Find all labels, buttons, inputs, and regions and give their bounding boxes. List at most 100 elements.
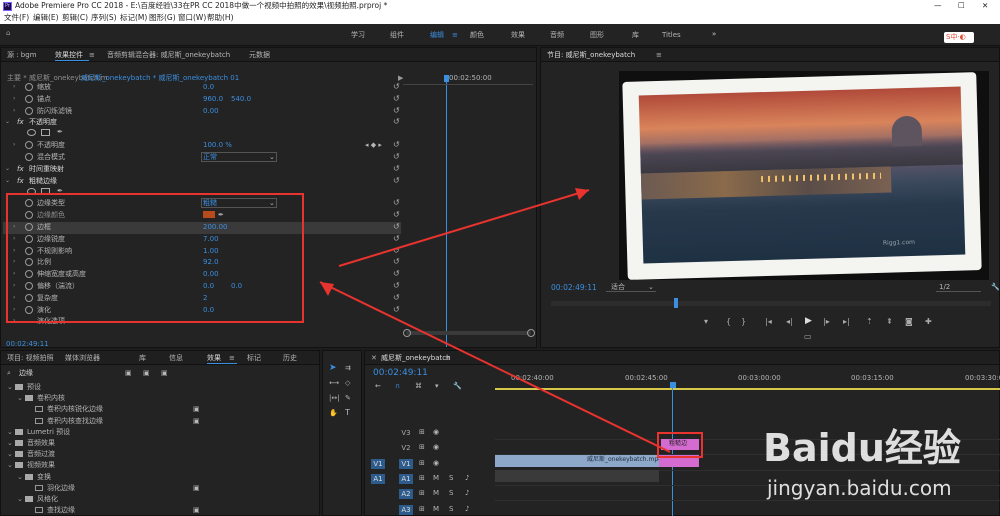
project-tab-6[interactable]: 历史 (283, 353, 297, 363)
property-value[interactable]: 0.00 (203, 106, 219, 116)
mute-button[interactable]: M (433, 473, 439, 483)
property-value[interactable]: 960.0 (203, 94, 223, 104)
menu-item-7[interactable]: 帮助(H) (207, 13, 234, 23)
effects-menu-icon[interactable]: ≡ (229, 353, 235, 363)
tree-label[interactable]: 预设 (27, 382, 41, 392)
expand-toggle-icon[interactable]: ⌄ (5, 177, 10, 184)
reset-icon[interactable]: ↺ (393, 118, 401, 126)
mark-out-icon[interactable]: } (741, 317, 746, 326)
pen-mask-icon[interactable]: ✒ (57, 127, 63, 137)
maximize-button[interactable]: ☐ (958, 1, 965, 11)
tab-audio-mixer[interactable]: 音频剪辑混合器: 威尼斯_onekeybatch (107, 50, 230, 60)
step-back-icon[interactable]: ◂| (786, 317, 793, 326)
expand-toggle-icon[interactable]: › (13, 107, 15, 114)
menu-item-1[interactable]: 编辑(E) (33, 13, 59, 23)
fx-badge-icon[interactable]: fx (17, 164, 24, 174)
tree-label[interactable]: 卷积内核查找边缘 (47, 416, 103, 426)
home-icon[interactable]: ⌂ (6, 28, 10, 38)
source-patch[interactable]: A1 (371, 473, 385, 484)
a1-clip[interactable] (495, 470, 659, 482)
workspace-tab-4[interactable]: 效果 (511, 30, 525, 40)
program-menu-icon[interactable]: ≡ (656, 50, 662, 60)
tree-chevron-icon[interactable]: ⌄ (7, 460, 13, 470)
source-patch[interactable]: V1 (371, 458, 385, 469)
tree-label[interactable]: 风格化 (37, 494, 58, 504)
workspace-tab-2[interactable]: 编辑 (430, 30, 444, 40)
tree-chevron-icon[interactable]: ⌄ (17, 494, 23, 504)
extract-icon[interactable]: ⇞ (886, 317, 893, 326)
lift-icon[interactable]: ⇡ (866, 317, 873, 326)
reset-icon[interactable]: ↺ (393, 94, 401, 103)
workspace-tab-3[interactable]: 颜色 (470, 30, 484, 40)
stopwatch-icon[interactable] (25, 83, 33, 91)
comparison-view-icon[interactable]: ▭ (804, 332, 812, 341)
menu-item-0[interactable]: 文件(F) (4, 13, 29, 23)
track-target[interactable]: A2 (399, 489, 413, 500)
menu-item-4[interactable]: 标记(M) (120, 13, 147, 23)
reset-icon[interactable]: ↺ (393, 83, 401, 91)
tree-chevron-icon[interactable]: ⌄ (7, 449, 13, 459)
menu-item-6[interactable]: 窗口(W) (178, 13, 206, 23)
stopwatch-icon[interactable] (25, 106, 33, 115)
tree-label[interactable]: 卷积内核锐化边缘 (47, 404, 103, 414)
tree-label[interactable]: Lumetri 预设 (27, 427, 70, 437)
fx-badge-icon[interactable]: fx (17, 117, 24, 127)
step-forward-icon[interactable]: |▸ (823, 317, 830, 326)
menu-item-5[interactable]: 图形(G) (149, 13, 176, 23)
mic-icon[interactable]: ♪ (465, 473, 469, 483)
more-workspaces-icon[interactable]: » (712, 29, 716, 39)
go-to-in-icon[interactable]: |◂ (765, 317, 772, 326)
sync-lock-icon[interactable]: ⊞ (419, 504, 425, 514)
track-target[interactable]: A1 (399, 473, 413, 484)
expand-toggle-icon[interactable]: ⌄ (5, 165, 10, 172)
project-tab-5[interactable]: 标记 (247, 353, 261, 363)
tree-chevron-icon[interactable]: ⌄ (7, 438, 13, 448)
property-value[interactable]: 0.0 (203, 82, 214, 92)
tree-label[interactable]: 查找边缘 (47, 505, 75, 515)
expand-toggle-icon[interactable]: › (13, 95, 15, 102)
tree-chevron-icon[interactable]: ⌄ (7, 427, 13, 437)
dropdown-box[interactable] (201, 152, 277, 162)
tree-label[interactable]: 音频过渡 (27, 449, 55, 459)
workspace-tab-8[interactable]: Titles (662, 30, 681, 40)
reset-icon[interactable]: ↺ (393, 106, 401, 115)
mic-icon[interactable]: ♪ (465, 488, 469, 498)
tab-effect-controls[interactable]: 效果控件 (55, 50, 83, 60)
effect-controls-timecode[interactable]: 00:02:49:11 (6, 339, 49, 349)
tree-label[interactable]: 视频效果 (27, 460, 55, 470)
fx-badge-icon[interactable]: fx (17, 176, 24, 186)
mic-icon[interactable]: ♪ (465, 504, 469, 514)
tree-label[interactable]: 变换 (37, 472, 51, 482)
accelerated-effects-icon[interactable]: ▣ (125, 368, 132, 378)
property-value-2[interactable]: 540.0 (231, 94, 251, 104)
solo-button[interactable]: S (449, 504, 453, 514)
menu-item-2[interactable]: 剪辑(C) (62, 13, 88, 23)
track-target[interactable]: V1 (399, 458, 413, 469)
panel-menu-icon[interactable]: ≡ (89, 50, 95, 60)
tree-label[interactable]: 卷积内核 (37, 393, 65, 403)
property-value[interactable]: 100.0 % (203, 140, 232, 150)
play-icon[interactable]: ▶ (805, 316, 812, 326)
workspace-tab-6[interactable]: 图形 (590, 30, 604, 40)
sync-lock-icon[interactable]: ⊞ (419, 473, 425, 483)
workspace-tab-1[interactable]: 组件 (390, 30, 404, 40)
mute-button[interactable]: M (433, 504, 439, 514)
project-tab-1[interactable]: 媒体浏览器 (65, 353, 100, 363)
add-marker-icon[interactable]: ▾ (704, 317, 708, 326)
workspace-tab-7[interactable]: 库 (632, 30, 639, 40)
settings-icon[interactable]: 🔧 (991, 282, 1000, 292)
sync-lock-icon[interactable]: ⊞ (419, 488, 425, 498)
tree-chevron-icon[interactable]: ⌄ (7, 382, 13, 392)
button-editor-icon[interactable]: ✚ (925, 317, 932, 326)
stopwatch-icon[interactable] (25, 141, 33, 150)
export-frame-icon[interactable]: ◙ (905, 317, 913, 326)
project-tab-2[interactable]: 库 (139, 353, 146, 363)
yuv-effects-icon[interactable]: ▣ (161, 368, 168, 378)
32bit-effects-icon[interactable]: ▣ (143, 368, 150, 378)
expand-toggle-icon[interactable]: ⌄ (5, 118, 10, 125)
go-to-out-icon[interactable]: ▸| (843, 317, 850, 326)
solo-button[interactable]: S (449, 488, 453, 498)
mark-in-icon[interactable]: { (726, 317, 731, 326)
tab-metadata[interactable]: 元数据 (249, 50, 270, 60)
menu-item-3[interactable]: 序列(S) (91, 13, 117, 23)
